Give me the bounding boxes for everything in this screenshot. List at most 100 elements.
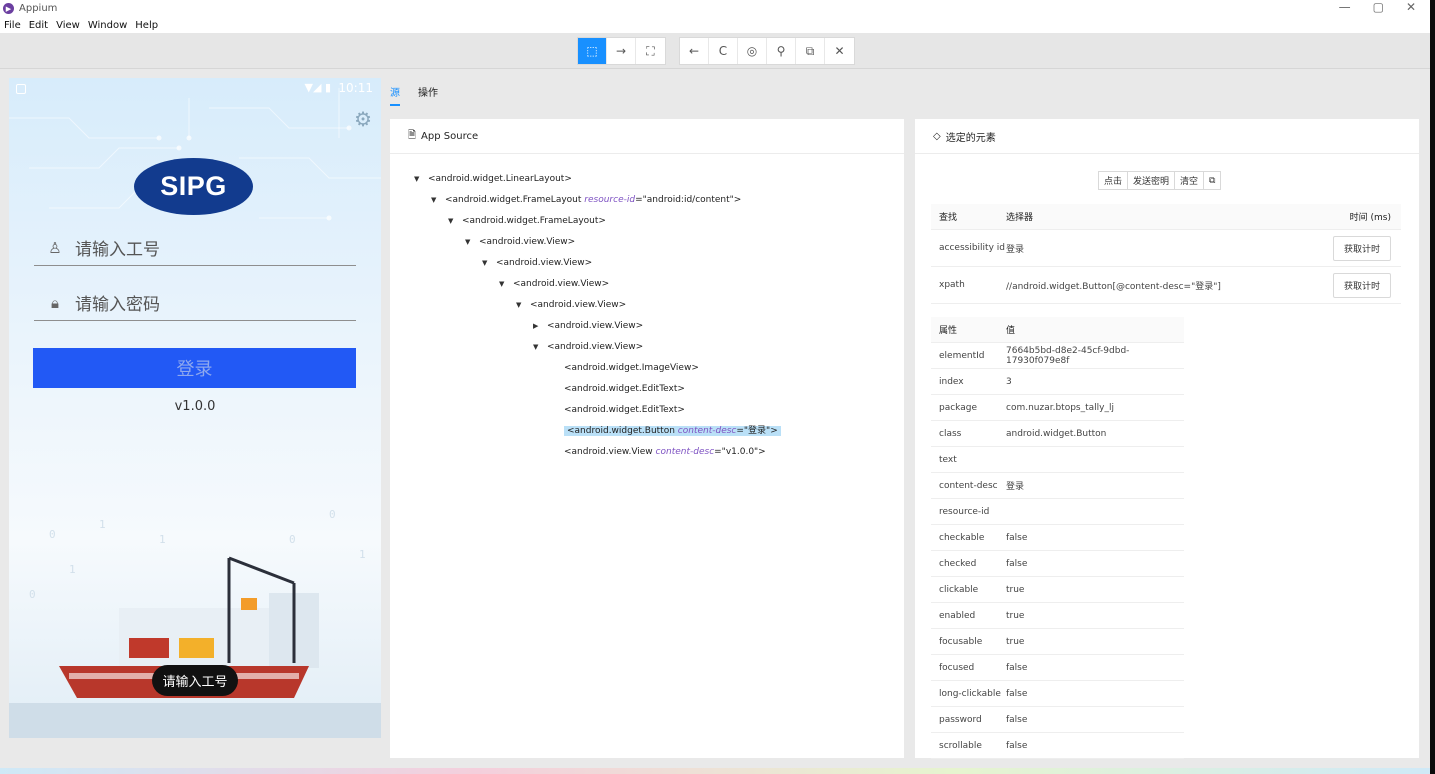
tree-toggle-icon[interactable]: ▼ <box>533 339 547 355</box>
table-row: focused false <box>931 655 1184 681</box>
settings-gear-icon[interactable]: ⚙ <box>354 107 372 131</box>
table-row: text <box>931 447 1184 473</box>
tree-node-label: <android.widget.Button content-desc="登录"… <box>564 426 781 436</box>
mode-toolbar-group: ⬚ → ⛶ <box>577 37 666 65</box>
tree-node[interactable]: ▼ <android.view.View> <box>533 339 643 355</box>
tree-node[interactable]: ▼ <android.view.View> <box>482 255 592 271</box>
tree-node[interactable]: <android.widget.EditText> <box>550 402 685 418</box>
back-button[interactable]: ← <box>680 38 709 64</box>
device-screenshot[interactable]: ▼◢ ▮ 10:11 ⚙ SIPG ♙ 请输入工号 🔒︎ 请输入密码 登录 v1… <box>9 78 381 738</box>
timing-cell: 获取计时 <box>1301 272 1401 298</box>
login-button[interactable]: 登录 <box>33 348 356 388</box>
table-row: clickable true <box>931 577 1184 603</box>
find-by-table: 查找 选择器 时间 (ms) accessibility id 登录 获取计时 … <box>931 204 1401 304</box>
tree-node[interactable]: <android.view.View content-desc="v1.0.0"… <box>550 444 766 460</box>
get-timing-button[interactable]: 获取计时 <box>1332 272 1391 298</box>
menu-view[interactable]: View <box>56 20 80 31</box>
tree-toggle-icon[interactable]: ▼ <box>499 276 513 292</box>
tree-node[interactable]: ▼ <android.view.View> <box>499 276 609 292</box>
tree-node-label: <android.widget.EditText> <box>564 405 685 415</box>
table-row: accessibility id 登录 获取计时 <box>931 230 1401 267</box>
tree-node[interactable]: <android.widget.EditText> <box>550 381 685 397</box>
tab-actions[interactable]: 操作 <box>418 84 438 106</box>
select-elements-button[interactable]: ⬚ <box>578 38 607 64</box>
tree-node[interactable]: <android.widget.ImageView> <box>550 360 699 376</box>
lock-icon: 🔒︎ <box>51 293 59 312</box>
node-tag: <android.widget.Button <box>567 426 678 436</box>
time-header: 时间 (ms) <box>1349 213 1391 223</box>
search-button[interactable]: ⚲ <box>767 38 796 64</box>
menu-window[interactable]: Window <box>88 20 127 31</box>
tree-node-label: <android.view.View> <box>496 258 592 268</box>
refresh-button[interactable]: C <box>709 38 738 64</box>
tab-source[interactable]: 源 <box>390 84 400 106</box>
menu-file[interactable]: File <box>4 20 21 31</box>
toast-message: 请输入工号 <box>152 665 238 696</box>
swipe-button[interactable]: → <box>607 38 636 64</box>
menu-edit[interactable]: Edit <box>29 20 48 31</box>
tree-node[interactable]: ▼ <android.widget.LinearLayout> <box>414 171 572 187</box>
notification-icon <box>16 84 26 94</box>
tree-node[interactable]: ▼ <android.widget.FrameLayout> <box>448 213 606 229</box>
tree-node[interactable]: ▼ <android.view.View> <box>516 297 626 313</box>
status-time: 10:11 <box>338 81 373 95</box>
node-tag: <android.widget.LinearLayout> <box>428 174 572 184</box>
password-field[interactable]: 🔒︎ 请输入密码 <box>34 285 356 321</box>
swipe-icon: → <box>615 44 627 58</box>
app-source-title: App Source <box>421 130 479 142</box>
minimize-icon[interactable]: — <box>1339 0 1351 14</box>
tree-toggle-icon[interactable]: ▼ <box>448 213 462 229</box>
attribute-value: false <box>1006 714 1028 725</box>
version-label: v1.0.0 <box>174 399 216 414</box>
table-row: long-clickable false <box>931 681 1184 707</box>
maximize-icon[interactable]: ▢ <box>1373 0 1384 14</box>
copy-xml-button[interactable]: ⧉ <box>796 38 825 64</box>
tree-node-label: <android.view.View> <box>547 321 643 331</box>
tree-node[interactable]: <android.widget.Button content-desc="登录"… <box>550 423 781 439</box>
menu-help[interactable]: Help <box>135 20 158 31</box>
get-timing-button[interactable]: 获取计时 <box>1332 235 1391 261</box>
svg-text:0: 0 <box>29 588 36 601</box>
select-elements-icon: ⬚ <box>586 44 598 58</box>
send-keys-button[interactable]: 发送密明 <box>1128 172 1176 189</box>
attribute-value: false <box>1006 558 1028 569</box>
node-tag: <android.view.View> <box>496 258 593 268</box>
tree-toggle-icon[interactable]: ▼ <box>431 192 445 208</box>
refresh-icon: C <box>718 44 728 58</box>
selected-element-panel: ◇ 选定的元素 点击 发送密明 清空 ⧉ 查找 选择器 时间 (ms) acce… <box>915 119 1419 759</box>
logo-text: SIPG <box>160 171 227 201</box>
tree-toggle-icon[interactable]: ▼ <box>414 171 428 187</box>
signal-icon: ▼◢ ▮ <box>304 81 331 94</box>
tree-toggle-icon[interactable]: ▼ <box>482 255 496 271</box>
username-field[interactable]: ♙ 请输入工号 <box>34 230 356 266</box>
actions-toolbar-group: ← C ◎ ⚲ ⧉ ✕ <box>679 37 855 65</box>
attribute-name: scrollable <box>939 740 982 751</box>
toggle-hidden-button[interactable]: ◎ <box>738 38 767 64</box>
tap-coordinates-button[interactable]: ⛶ <box>636 38 665 64</box>
copy-attributes-icon[interactable]: ⧉ <box>1204 172 1221 189</box>
attribute-value: android.widget.Button <box>1006 428 1107 439</box>
svg-text:0: 0 <box>329 508 336 521</box>
tree-node-label: <android.widget.ImageView> <box>564 363 699 373</box>
tree-toggle-icon[interactable]: ▼ <box>465 234 479 250</box>
attribute-value: true <box>1006 584 1025 595</box>
tree-node[interactable]: ▼ <android.widget.FrameLayout resource-id… <box>431 192 741 208</box>
port-illustration: 0 1 1 0 1 0 1 0 <box>9 508 381 738</box>
close-window-icon[interactable]: ✕ <box>1406 0 1416 14</box>
tree-toggle-icon[interactable]: ▶ <box>533 318 547 334</box>
selector-header: 选择器 <box>1006 213 1034 223</box>
tree-node-label: <android.view.View> <box>547 342 643 352</box>
node-tag: <android.widget.EditText> <box>564 405 685 415</box>
password-placeholder: 请输入密码 <box>75 295 160 315</box>
quit-session-button[interactable]: ✕ <box>825 38 854 64</box>
tree-toggle-icon[interactable]: ▼ <box>516 297 530 313</box>
tap-button[interactable]: 点击 <box>1099 172 1129 189</box>
find-strategy: accessibility id <box>939 243 1005 253</box>
tree-node[interactable]: ▶ <android.view.View> <box>533 318 643 334</box>
tree-node[interactable]: ▼ <android.view.View> <box>465 234 575 250</box>
tag-icon: ◇ <box>933 130 941 142</box>
node-attribute-value: ="android:id/content"> <box>635 195 742 205</box>
attribute-value: false <box>1006 688 1028 699</box>
clear-button[interactable]: 清空 <box>1175 172 1205 189</box>
status-bar: ▼◢ ▮ 10:11 <box>9 78 381 100</box>
